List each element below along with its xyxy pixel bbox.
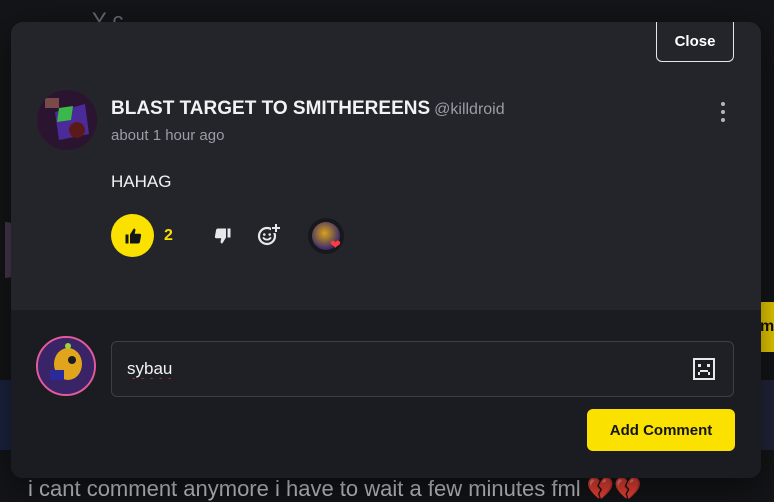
broken-heart-icon: 💔💔 [586,476,642,501]
gif-picker-button[interactable] [692,357,716,381]
pixel-face-icon [693,358,715,380]
heart-icon: ❤ [330,237,341,252]
post-body: HAHAG [111,172,172,191]
reaction-chip[interactable]: ❤ [308,218,344,254]
add-emoji-icon [257,223,281,246]
background-comment-body: i cant comment anymore i have to wait a … [28,476,581,501]
add-reaction-button[interactable] [256,222,282,248]
background-comment-text: i cant comment anymore i have to wait a … [28,476,642,502]
like-count: 2 [164,227,173,244]
author-handle[interactable]: @killdroid [434,101,504,118]
author-name[interactable]: BLAST TARGET TO SMITHEREENS @killdroid [111,98,505,120]
comment-input[interactable] [111,341,734,397]
thumbs-up-icon [125,228,141,243]
author-avatar[interactable] [37,90,97,150]
compose-section: Add Comment [11,310,761,478]
post-timestamp: about 1 hour ago [111,127,225,144]
like-button[interactable] [111,214,154,257]
current-user-avatar [36,336,96,396]
comment-modal: Close BLAST TARGET TO SMITHEREENS @killdr… [11,22,761,478]
thumbs-down-icon [214,228,231,244]
author-display-name[interactable]: BLAST TARGET TO SMITHEREENS [111,98,430,119]
dislike-button[interactable] [211,224,235,248]
add-comment-button[interactable]: Add Comment [587,409,735,451]
comment-post: BLAST TARGET TO SMITHEREENS @killdroid ab… [11,22,761,310]
more-options-icon[interactable] [719,102,727,122]
